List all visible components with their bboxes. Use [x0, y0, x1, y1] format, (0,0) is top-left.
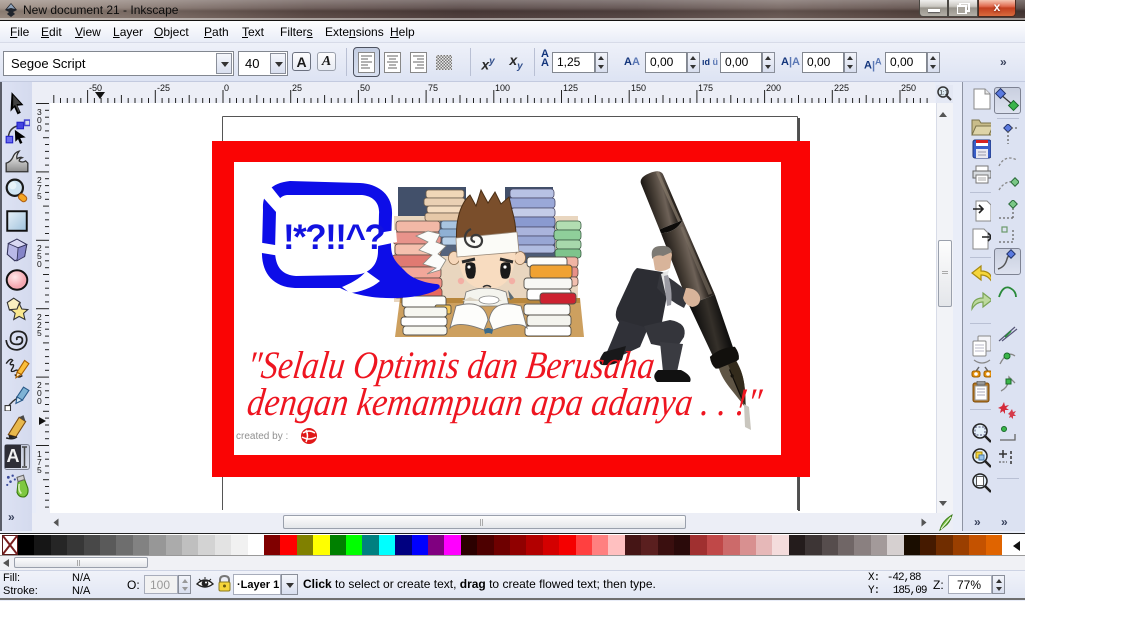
svg-text:250: 250 [901, 83, 916, 93]
svg-text:-25: -25 [157, 83, 170, 93]
svg-text:5: 5 [37, 328, 42, 338]
svg-text:175: 175 [698, 83, 713, 93]
svg-text:225: 225 [834, 83, 849, 93]
svg-text:125: 125 [563, 83, 578, 93]
svg-text:5: 5 [37, 191, 42, 201]
svg-text:50: 50 [360, 83, 370, 93]
svg-text:100: 100 [495, 83, 510, 93]
svg-text:dengan kemampuan apa adanya .: dengan kemampuan apa adanya . . !" [245, 381, 765, 424]
svg-text:created by :: created by : [236, 431, 288, 442]
svg-text:0: 0 [37, 123, 42, 133]
svg-text:200: 200 [766, 83, 781, 93]
svg-text:150: 150 [631, 83, 646, 93]
svg-text:!*?!!^?: !*?!!^? [283, 218, 384, 257]
svg-text:0: 0 [37, 259, 42, 269]
svg-text:0: 0 [224, 83, 229, 93]
svg-text:75: 75 [428, 83, 438, 93]
svg-text:-50: -50 [89, 83, 102, 93]
svg-text:25: 25 [292, 83, 302, 93]
svg-text:1:1: 1:1 [940, 91, 949, 97]
svg-text:0: 0 [37, 396, 42, 406]
svg-text:5: 5 [37, 465, 42, 475]
